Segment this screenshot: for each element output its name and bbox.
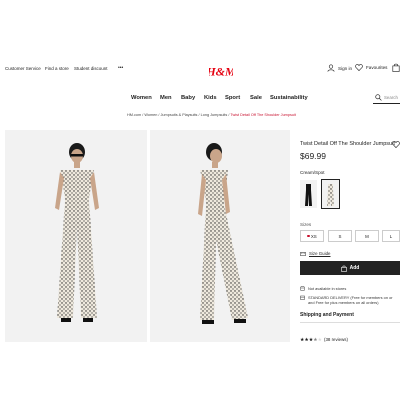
- rating-star: [300, 337, 305, 342]
- nav-item-baby[interactable]: Baby: [181, 95, 195, 101]
- model-figure-front: [55, 143, 99, 322]
- color-label: Cream/Spot: [300, 170, 325, 175]
- utility-link-find-a-store[interactable]: Find a store: [45, 66, 69, 71]
- product-image-front[interactable]: [5, 130, 147, 342]
- size-guide-label: Size Guide: [309, 251, 331, 256]
- availability-text: Not available in stores: [308, 286, 347, 291]
- color-swatch-cream-spot[interactable]: [321, 179, 340, 209]
- star-rating-icon: [300, 337, 322, 342]
- search-icon: [375, 93, 382, 101]
- brand-logo-text: H&M: [209, 65, 233, 79]
- size-label: L: [389, 233, 393, 239]
- shopping-bag-icon[interactable]: [392, 63, 400, 72]
- delivery-line-2: and Free for plus members on all orders): [308, 300, 379, 305]
- size-option-l[interactable]: L: [382, 230, 400, 242]
- divider: [300, 322, 400, 323]
- breadcrumb-item[interactable]: Women: [144, 113, 157, 117]
- brand-logo[interactable]: H&M: [209, 64, 233, 79]
- nav-item-sale[interactable]: Sale: [250, 95, 262, 101]
- bag-icon: [340, 265, 347, 272]
- utility-link-customer-service[interactable]: Customer Service: [5, 66, 41, 71]
- add-button-label: Add: [349, 265, 360, 271]
- product-rating[interactable]: (38 reviews): [300, 337, 348, 342]
- search-underline: [373, 103, 400, 104]
- rating-star: [313, 337, 318, 342]
- nav-item-sustainability[interactable]: Sustainability: [270, 95, 308, 101]
- product-price: $69.99: [300, 151, 326, 161]
- favourites-button[interactable]: Favourites: [355, 64, 387, 71]
- search-placeholder: Search: [384, 94, 398, 100]
- nav-item-women[interactable]: Women: [131, 95, 152, 101]
- nav-item-sport[interactable]: Sport: [225, 95, 240, 101]
- size-option-m[interactable]: M: [355, 230, 379, 242]
- nav-item-kids[interactable]: Kids: [204, 95, 217, 101]
- breadcrumb-item[interactable]: Long Jumpsuits: [201, 113, 228, 117]
- sign-in-button[interactable]: Sign in: [327, 64, 352, 72]
- user-icon: [327, 64, 335, 72]
- favourite-toggle-icon[interactable]: [392, 141, 400, 148]
- favourites-label: Favourites: [366, 65, 388, 70]
- search-field[interactable]: Search: [375, 92, 400, 102]
- ruler-icon: [300, 251, 306, 256]
- breadcrumb: HM.com / Women / Jumpsuits & Playsuits /…: [127, 113, 296, 117]
- unavailable-dot-icon: [307, 234, 310, 238]
- rating-star: [317, 337, 322, 342]
- add-to-bag-button[interactable]: Add: [300, 261, 400, 275]
- breadcrumb-current: Twist Detail Off The Shoulder Jumpsuit: [230, 113, 296, 117]
- store-icon: [300, 286, 305, 291]
- breadcrumb-separator: /: [158, 113, 160, 117]
- color-swatch-black[interactable]: [300, 180, 317, 208]
- sizes-label: Sizes: [300, 222, 312, 227]
- size-label: S: [338, 233, 342, 239]
- breadcrumb-item[interactable]: HM.com: [127, 113, 141, 117]
- size-option-s[interactable]: S: [328, 230, 352, 242]
- size-guide-link[interactable]: Size Guide: [300, 251, 330, 256]
- product-title: Twist Detail Off The Shoulder Jumpsuit: [300, 141, 395, 147]
- size-label: XS: [310, 233, 317, 239]
- size-label: M: [365, 233, 369, 239]
- heart-icon: [355, 64, 363, 71]
- shipping-payment-heading[interactable]: Shipping and Payment: [300, 312, 354, 318]
- more-options-button[interactable]: •••: [118, 65, 123, 71]
- review-count: (38 reviews): [324, 337, 348, 342]
- breadcrumb-item[interactable]: Jumpsuits & Playsuits: [161, 113, 198, 117]
- rating-star: [309, 337, 313, 342]
- utility-link-student-discount[interactable]: Student discount: [74, 66, 108, 71]
- rating-star: [304, 337, 309, 342]
- nav-item-men[interactable]: Men: [160, 95, 172, 101]
- store-availability: Not available in stores: [300, 286, 346, 291]
- delivery-box-icon: [300, 295, 305, 300]
- model-figure-side: [198, 143, 248, 324]
- swatch-cream-spot-thumbnail: [327, 184, 334, 206]
- sign-in-label: Sign in: [338, 65, 353, 71]
- size-option-xs[interactable]: XS: [300, 230, 324, 242]
- delivery-info: STANDARD DELIVERY (Free for members on o…: [300, 295, 393, 305]
- product-image-side[interactable]: [150, 130, 290, 342]
- swatch-black-thumbnail: [305, 184, 312, 206]
- breadcrumb-separator: /: [198, 113, 200, 117]
